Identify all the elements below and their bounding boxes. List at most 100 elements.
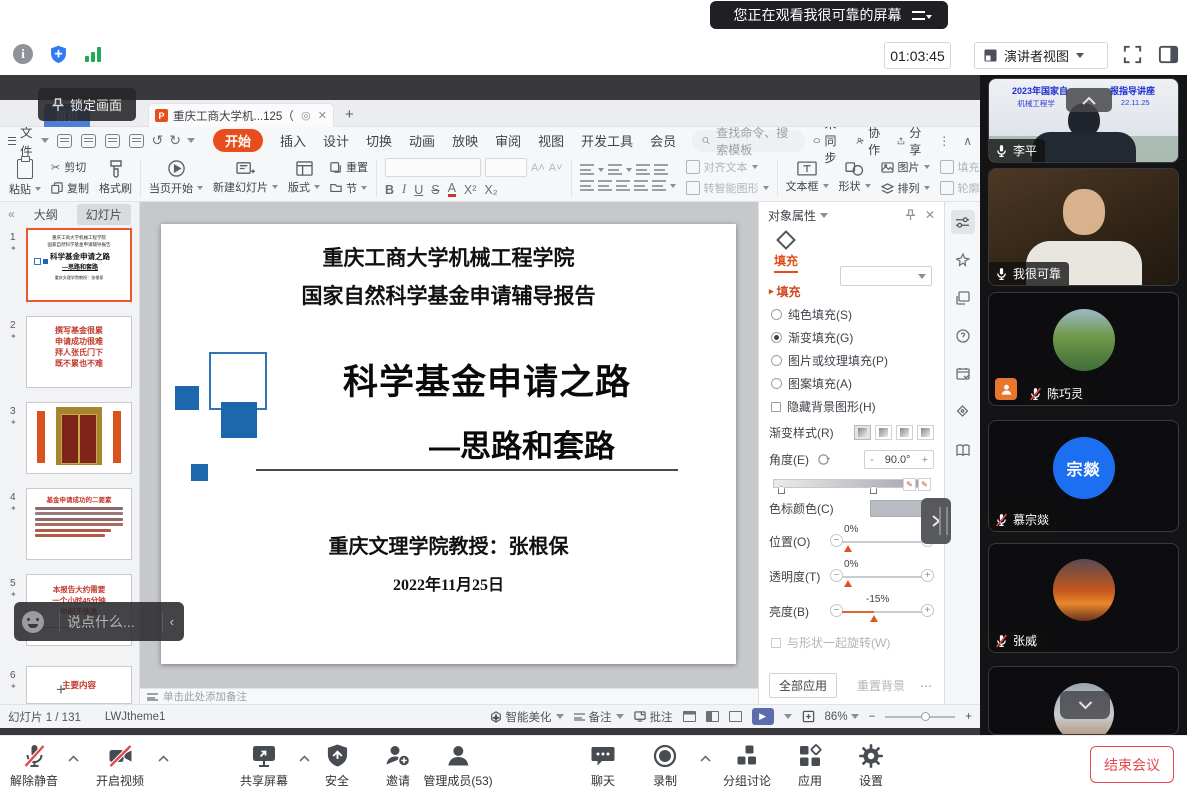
play-options-icon[interactable] <box>784 714 792 723</box>
reader-strip-icon[interactable] <box>951 438 975 462</box>
help-strip-icon[interactable] <box>951 324 975 348</box>
quick-chat-widget[interactable]: 说点什么... ‹ <box>14 602 184 641</box>
print-icon[interactable] <box>105 134 120 148</box>
end-meeting-button[interactable]: 结束会议 <box>1090 746 1174 783</box>
save-icon[interactable] <box>57 134 72 148</box>
unmute-button[interactable]: 解除静音 <box>10 743 58 789</box>
video-options-caret[interactable] <box>158 755 169 762</box>
underline-button[interactable]: U <box>414 183 423 197</box>
reset-button[interactable]: 重置 <box>330 159 368 175</box>
new-tab-button[interactable]: + <box>345 106 354 123</box>
bullet-list-icon[interactable] <box>580 164 594 175</box>
record-button[interactable]: 录制 <box>652 743 678 789</box>
gradient-stop-1[interactable] <box>778 486 785 494</box>
tab-view[interactable]: 视图 <box>538 131 564 150</box>
pin-tab-icon[interactable]: ◎ <box>301 109 311 122</box>
emoji-icon[interactable] <box>22 611 44 633</box>
numbered-list-icon[interactable] <box>608 164 622 175</box>
more-menu-icon[interactable]: ⋮ <box>938 134 950 148</box>
close-panel-icon[interactable]: ✕ <box>925 208 935 222</box>
notes-bar[interactable]: 单击此处添加备注 <box>140 688 758 704</box>
tab-design[interactable]: 设计 <box>323 131 349 150</box>
textbox-button[interactable]: 文本框 <box>781 156 834 200</box>
font-color-button[interactable]: A <box>448 183 456 197</box>
zoom-in-button[interactable]: + <box>965 711 972 723</box>
arrange-button[interactable]: 排列 <box>881 180 930 196</box>
brightness-slider[interactable]: −+ -15% <box>830 600 934 622</box>
zoom-slider[interactable] <box>885 712 955 722</box>
to-smartart-button[interactable]: 转智能图形 <box>686 180 769 196</box>
indent-decrease-icon[interactable] <box>636 164 650 175</box>
meeting-info-button[interactable]: i <box>12 43 34 65</box>
fill-property-tab[interactable]: 填充 <box>769 230 803 273</box>
format-painter-button[interactable]: 格式刷 <box>94 156 137 200</box>
tab-devtools[interactable]: 开发工具 <box>581 131 633 150</box>
redo-icon[interactable]: ↻ <box>169 132 181 149</box>
collapse-ribbon-icon[interactable]: ∧ <box>963 134 972 148</box>
apps-button[interactable]: 应用 <box>797 743 823 789</box>
record-options-caret[interactable] <box>700 755 711 762</box>
subscript-button[interactable]: X₂ <box>484 183 497 197</box>
slide-thumbnail-1[interactable]: 重庆工商大学机械工程学院 国家自然科学基金申请辅导报告 科学基金申请之路 —思路… <box>26 228 132 302</box>
justify-icon[interactable] <box>634 180 648 191</box>
lock-screen-button[interactable]: 锁定画面 <box>38 88 136 121</box>
picture-button[interactable]: 图片 <box>881 159 930 175</box>
participant-tile-chenqiaoling[interactable]: 陈巧灵 <box>988 292 1179 406</box>
hide-background-checkbox[interactable]: 隐藏背景图形(H) <box>771 398 944 415</box>
gradient-stop-bar[interactable]: ✎ ✎ <box>773 479 930 488</box>
fill-option-gradient[interactable]: 渐变填充(G) <box>771 329 944 346</box>
collapse-panel-icon[interactable]: « <box>8 207 15 221</box>
properties-strip-icon[interactable] <box>951 210 975 234</box>
font-decrease[interactable]: A˅ <box>549 162 563 174</box>
watching-banner[interactable]: 您正在观看我很可靠的屏幕 <box>710 1 948 29</box>
cut-button[interactable]: ✂剪切 <box>51 159 89 175</box>
panel-expander-button[interactable] <box>921 498 951 544</box>
section-button[interactable]: 节 <box>330 180 368 196</box>
theme-name[interactable]: LWJtheme1 <box>105 711 166 723</box>
slide-editor-canvas[interactable]: 重庆工商大学机械工程学院 国家自然科学基金申请辅导报告 科学基金申请之路 —思路… <box>140 202 758 688</box>
manage-members-button[interactable]: 管理成员(53) <box>423 743 492 789</box>
angle-spinner[interactable]: -90.0°+ <box>864 450 934 469</box>
collapse-videos-button[interactable] <box>1066 88 1112 112</box>
remove-stop-button[interactable]: ✎ <box>918 478 931 491</box>
mute-options-caret[interactable] <box>68 755 79 762</box>
gradient-style-3[interactable] <box>896 425 913 440</box>
smart-beautify-button[interactable]: 智能美化 <box>490 709 564 725</box>
collapse-chat-icon[interactable]: ‹ <box>170 614 174 629</box>
security-button[interactable]: 安全 <box>325 743 349 789</box>
copy-button[interactable]: 复制 <box>51 180 89 196</box>
indent-increase-icon[interactable] <box>654 164 668 175</box>
fill-option-solid[interactable]: 纯色填充(S) <box>771 306 944 323</box>
view-mode-dropdown[interactable]: 演讲者视图 <box>974 42 1108 69</box>
reset-background-label[interactable]: 重置背景 <box>857 677 905 694</box>
effects-strip-icon[interactable] <box>951 248 975 272</box>
new-slide-button[interactable]: 新建幻灯片 <box>208 156 283 200</box>
grid-view-icon[interactable] <box>706 711 719 722</box>
line-spacing-icon[interactable] <box>652 180 666 191</box>
rotate-icon[interactable] <box>817 453 830 466</box>
output-icon[interactable] <box>81 134 96 148</box>
command-search-box[interactable]: 查找命令、搜索模板 <box>692 130 805 152</box>
current-slide[interactable]: 重庆工商大学机械工程学院 国家自然科学基金申请辅导报告 科学基金申请之路 —思路… <box>161 224 736 664</box>
tab-home[interactable]: 开始 <box>213 129 263 152</box>
gradient-stop-2[interactable] <box>870 486 877 494</box>
align-right-icon[interactable] <box>616 180 630 191</box>
share-button[interactable]: 分享 <box>897 124 925 158</box>
chat-input-placeholder[interactable]: 说点什么... <box>67 612 135 632</box>
scroll-participants-down-button[interactable] <box>1060 691 1110 719</box>
zoom-level[interactable]: 86% <box>825 710 859 723</box>
tab-transition[interactable]: 切换 <box>366 131 392 150</box>
tab-animation[interactable]: 动画 <box>409 131 435 150</box>
gradient-style-1[interactable] <box>854 425 871 440</box>
fill-option-pattern[interactable]: 图案填充(A) <box>771 375 944 392</box>
preview-icon[interactable] <box>129 134 144 148</box>
read-view-icon[interactable] <box>729 711 742 722</box>
comments-button[interactable]: 批注 <box>634 709 673 725</box>
slide-thumbnail-2[interactable]: 撰写基金很累 申请成功很难 拜人张氏门下 既不累也不难 <box>26 316 132 388</box>
zoom-out-button[interactable]: − <box>869 711 876 723</box>
gradient-style-4[interactable] <box>917 425 934 440</box>
banner-menu-icon[interactable] <box>912 11 925 20</box>
rotate-with-shape-checkbox[interactable]: 与形状一起旋转(W) <box>771 634 944 651</box>
file-menu[interactable]: 文件 <box>8 122 49 160</box>
close-tab-icon[interactable]: ✕ <box>318 109 327 122</box>
